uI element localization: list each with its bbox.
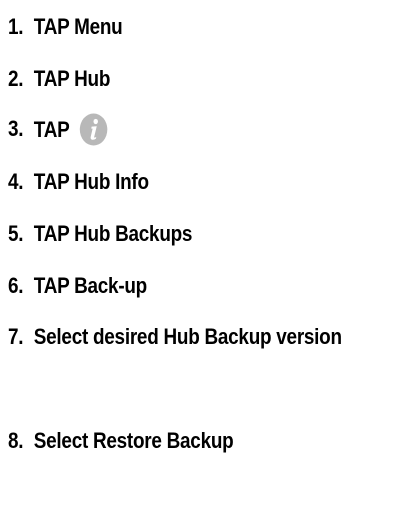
step-number: 7. [8, 324, 24, 349]
step-text: TAP Hub Info [33, 169, 149, 194]
step-number: 4. [8, 169, 24, 194]
step-text: Select desired Hub Backup version [33, 324, 342, 349]
step-number: 2. [8, 66, 24, 91]
info-icon-graphic [80, 113, 108, 146]
step-7: 7. Select desired Hub Backup version [8, 321, 345, 362]
step-text: TAP Hub [33, 66, 111, 91]
step-number: 5. [8, 221, 24, 246]
step-text: TAP Menu [33, 14, 123, 39]
step-text: TAP Back-up [33, 273, 147, 298]
step-text: TAP Hub Backups [33, 221, 193, 246]
step-1: 1. TAP Menu [8, 11, 345, 42]
step-text: Select Restore Backup [33, 428, 234, 453]
step-number: 1. [8, 14, 24, 39]
step-text-group: TAP [34, 113, 345, 146]
step-number: 6. [8, 273, 24, 298]
step-5: 5. TAP Hub Backups [8, 218, 345, 249]
step-4: 4. TAP Hub Info [8, 166, 345, 197]
step-2: 2. TAP Hub [8, 63, 345, 94]
step-number: 8. [8, 428, 24, 453]
step-3: 3. TAP [8, 113, 345, 146]
step-text: TAP [33, 117, 70, 142]
step-number: 3. [8, 116, 24, 141]
step-6: 6. TAP Back-up [8, 270, 345, 301]
info-icon [80, 113, 108, 146]
step-8: 8. Select Restore Backup [8, 425, 345, 456]
